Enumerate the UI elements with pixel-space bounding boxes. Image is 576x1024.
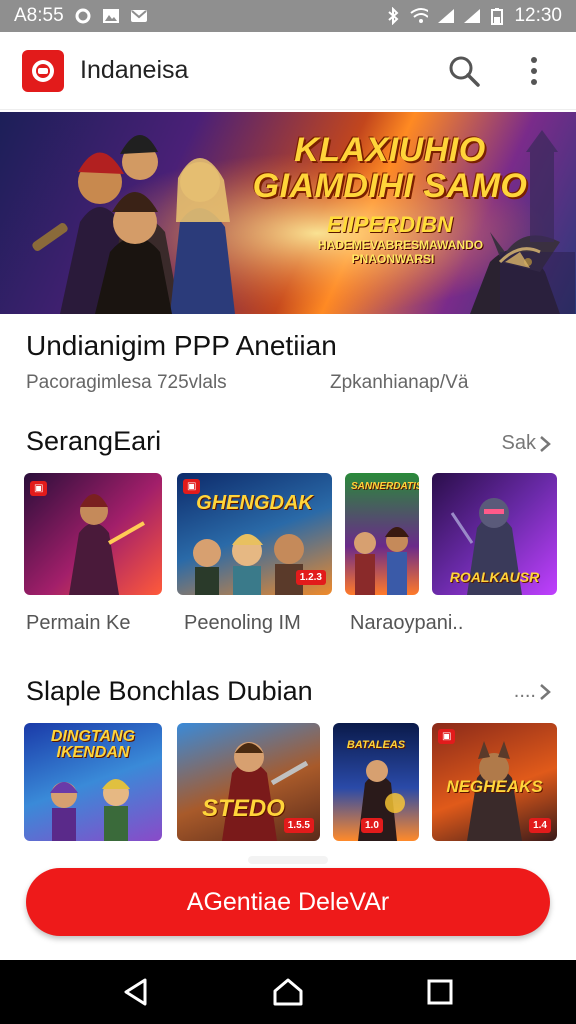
- game-card-5[interactable]: DINGTANG IKENDAN: [24, 723, 162, 841]
- game-card-8-badge-icon: ▣: [438, 729, 456, 744]
- wifi-icon: [410, 8, 429, 24]
- signal-icon-2: [462, 8, 481, 24]
- game-card-2[interactable]: GHENGDAK ▣ 1.2.3: [177, 473, 332, 595]
- game-card-7-badge: 1.0: [361, 818, 383, 833]
- game-card-6-badge: 1.5.5: [283, 818, 314, 833]
- headline-caption-right: Zpkanhianap/Vä: [330, 372, 469, 393]
- game-card-2-title: GHENGDAK: [196, 492, 313, 514]
- game-card-1-label: Permain Ke: [26, 612, 131, 634]
- home-icon[interactable]: [266, 970, 310, 1014]
- headline-title: Undianigim PPP Anetiian: [26, 330, 337, 361]
- app-actions: [444, 51, 554, 91]
- primary-cta-button[interactable]: AGentiae DeleVAr: [26, 868, 550, 936]
- system-nav-bar: [0, 960, 576, 1024]
- status-bar: A8:55 12:30: [0, 0, 576, 32]
- game-card-1[interactable]: ▣: [24, 473, 162, 595]
- mail-icon: [130, 8, 148, 24]
- game-card-7[interactable]: BATALEAS 1.0: [333, 723, 419, 841]
- bluetooth-icon: [384, 7, 402, 25]
- game-card-6[interactable]: STEDO 1.5.5: [177, 723, 320, 841]
- app-title: Indaneisa: [80, 56, 189, 84]
- banner-tagline: HADEMEVABRESMAWANDO PNAONWARSI: [318, 238, 484, 266]
- more-vertical-icon[interactable]: [514, 51, 554, 91]
- promo-banner[interactable]: KLAXIUHIO GIAMDIHI SAMO EIIPERDIBN HADEM…: [0, 112, 576, 314]
- status-left: A8:55: [14, 5, 148, 27]
- section1-more-label: Sak: [501, 432, 536, 454]
- recents-icon[interactable]: [418, 970, 462, 1014]
- status-time-right: 12:30: [514, 5, 562, 26]
- game-card-4-title: ROALKAUSR: [449, 569, 540, 585]
- banner-title-line1: KLAXIUHIO: [294, 131, 486, 169]
- status-time-left: A8:55: [14, 5, 64, 26]
- search-icon[interactable]: [444, 51, 484, 91]
- status-right: 12:30: [384, 5, 562, 27]
- game-card-3-label: Naraoypani..: [350, 612, 464, 634]
- game-card-2-badge-icon: ▣: [183, 479, 201, 494]
- signal-icon: [436, 8, 455, 24]
- banner-title-line2: GIAMDIHI SAMO: [252, 167, 528, 205]
- section1-more-link[interactable]: Sak: [502, 432, 552, 455]
- image-icon: [102, 8, 120, 24]
- circle-icon: [74, 8, 92, 24]
- banner-subtitle: EIIPERDIBN: [327, 212, 453, 237]
- chevron-right-icon: [540, 435, 551, 452]
- section1-title: SerangEari: [26, 426, 162, 456]
- game-card-5-title: DINGTANG IKENDAN: [50, 728, 136, 761]
- game-card-2-badge: 1.2.3: [295, 570, 326, 585]
- game-card-8[interactable]: ▣ NEGHEAKS 1.4: [432, 723, 557, 841]
- headline-caption-left: Pacoragimlesa 725vlals: [26, 372, 227, 393]
- section2-more-label: ....: [513, 680, 536, 702]
- game-card-1-badge: ▣: [30, 481, 48, 496]
- section2-more-link[interactable]: ....: [514, 680, 552, 703]
- banner-title: KLAXIUHIO GIAMDIHI SAMO: [210, 132, 570, 204]
- game-card-8-title: NEGHEAKS: [446, 777, 543, 796]
- game-card-7-title: BATALEAS: [346, 739, 406, 751]
- game-card-6-title: STEDO: [202, 795, 285, 822]
- section2-title: Slaple Bonchlas Dubian: [26, 676, 313, 706]
- app-logo-icon[interactable]: [22, 49, 64, 92]
- game-card-8-badge: 1.4: [529, 818, 551, 833]
- app-bar: Indaneisa: [0, 32, 576, 110]
- game-card-3[interactable]: SANNERDATIS: [345, 473, 419, 595]
- back-icon[interactable]: [114, 970, 158, 1014]
- cta-divider: [248, 856, 328, 864]
- game-card-2-label: Peenoling IM: [184, 612, 301, 634]
- game-card-4[interactable]: ROALKAUSR: [432, 473, 557, 595]
- chevron-right-icon: [540, 683, 551, 700]
- battery-icon: [488, 8, 506, 25]
- game-card-3-title: SANNERDATIS: [351, 481, 419, 492]
